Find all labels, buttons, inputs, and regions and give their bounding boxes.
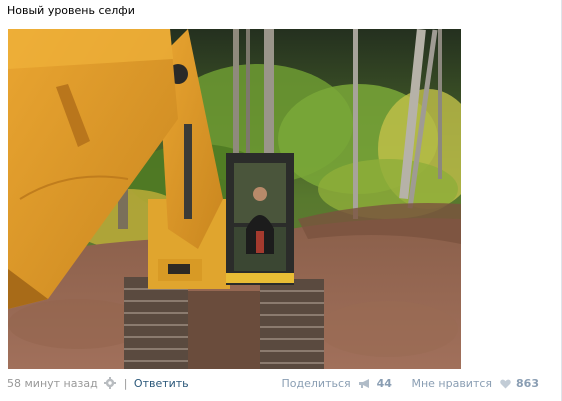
post-photo[interactable] (8, 29, 461, 369)
megaphone-icon (359, 379, 370, 388)
post-text: Новый уровень селфи (7, 4, 135, 17)
wall-post: Новый уровень селфи 58 минут назад | Отв… (0, 0, 562, 401)
like-count: 863 (516, 377, 539, 390)
like-label: Мне нравится (411, 377, 493, 390)
heart-icon (499, 379, 511, 389)
share-button[interactable]: Поделиться 44 (282, 377, 392, 391)
post-footer: 58 минут назад | Ответить Поделиться 44 … (0, 377, 562, 391)
excavator-photo-image (8, 29, 461, 369)
gear-icon[interactable] (104, 377, 117, 393)
post-actions: Поделиться 44 Мне нравится 863 (282, 377, 539, 391)
like-button[interactable]: Мне нравится 863 (411, 377, 539, 391)
post-meta: 58 минут назад | Ответить (7, 377, 189, 393)
post-time[interactable]: 58 минут назад (7, 377, 98, 390)
reply-link[interactable]: Ответить (134, 377, 189, 390)
meta-separator: | (123, 377, 128, 390)
share-label: Поделиться (281, 377, 351, 390)
share-count: 44 (376, 377, 392, 390)
